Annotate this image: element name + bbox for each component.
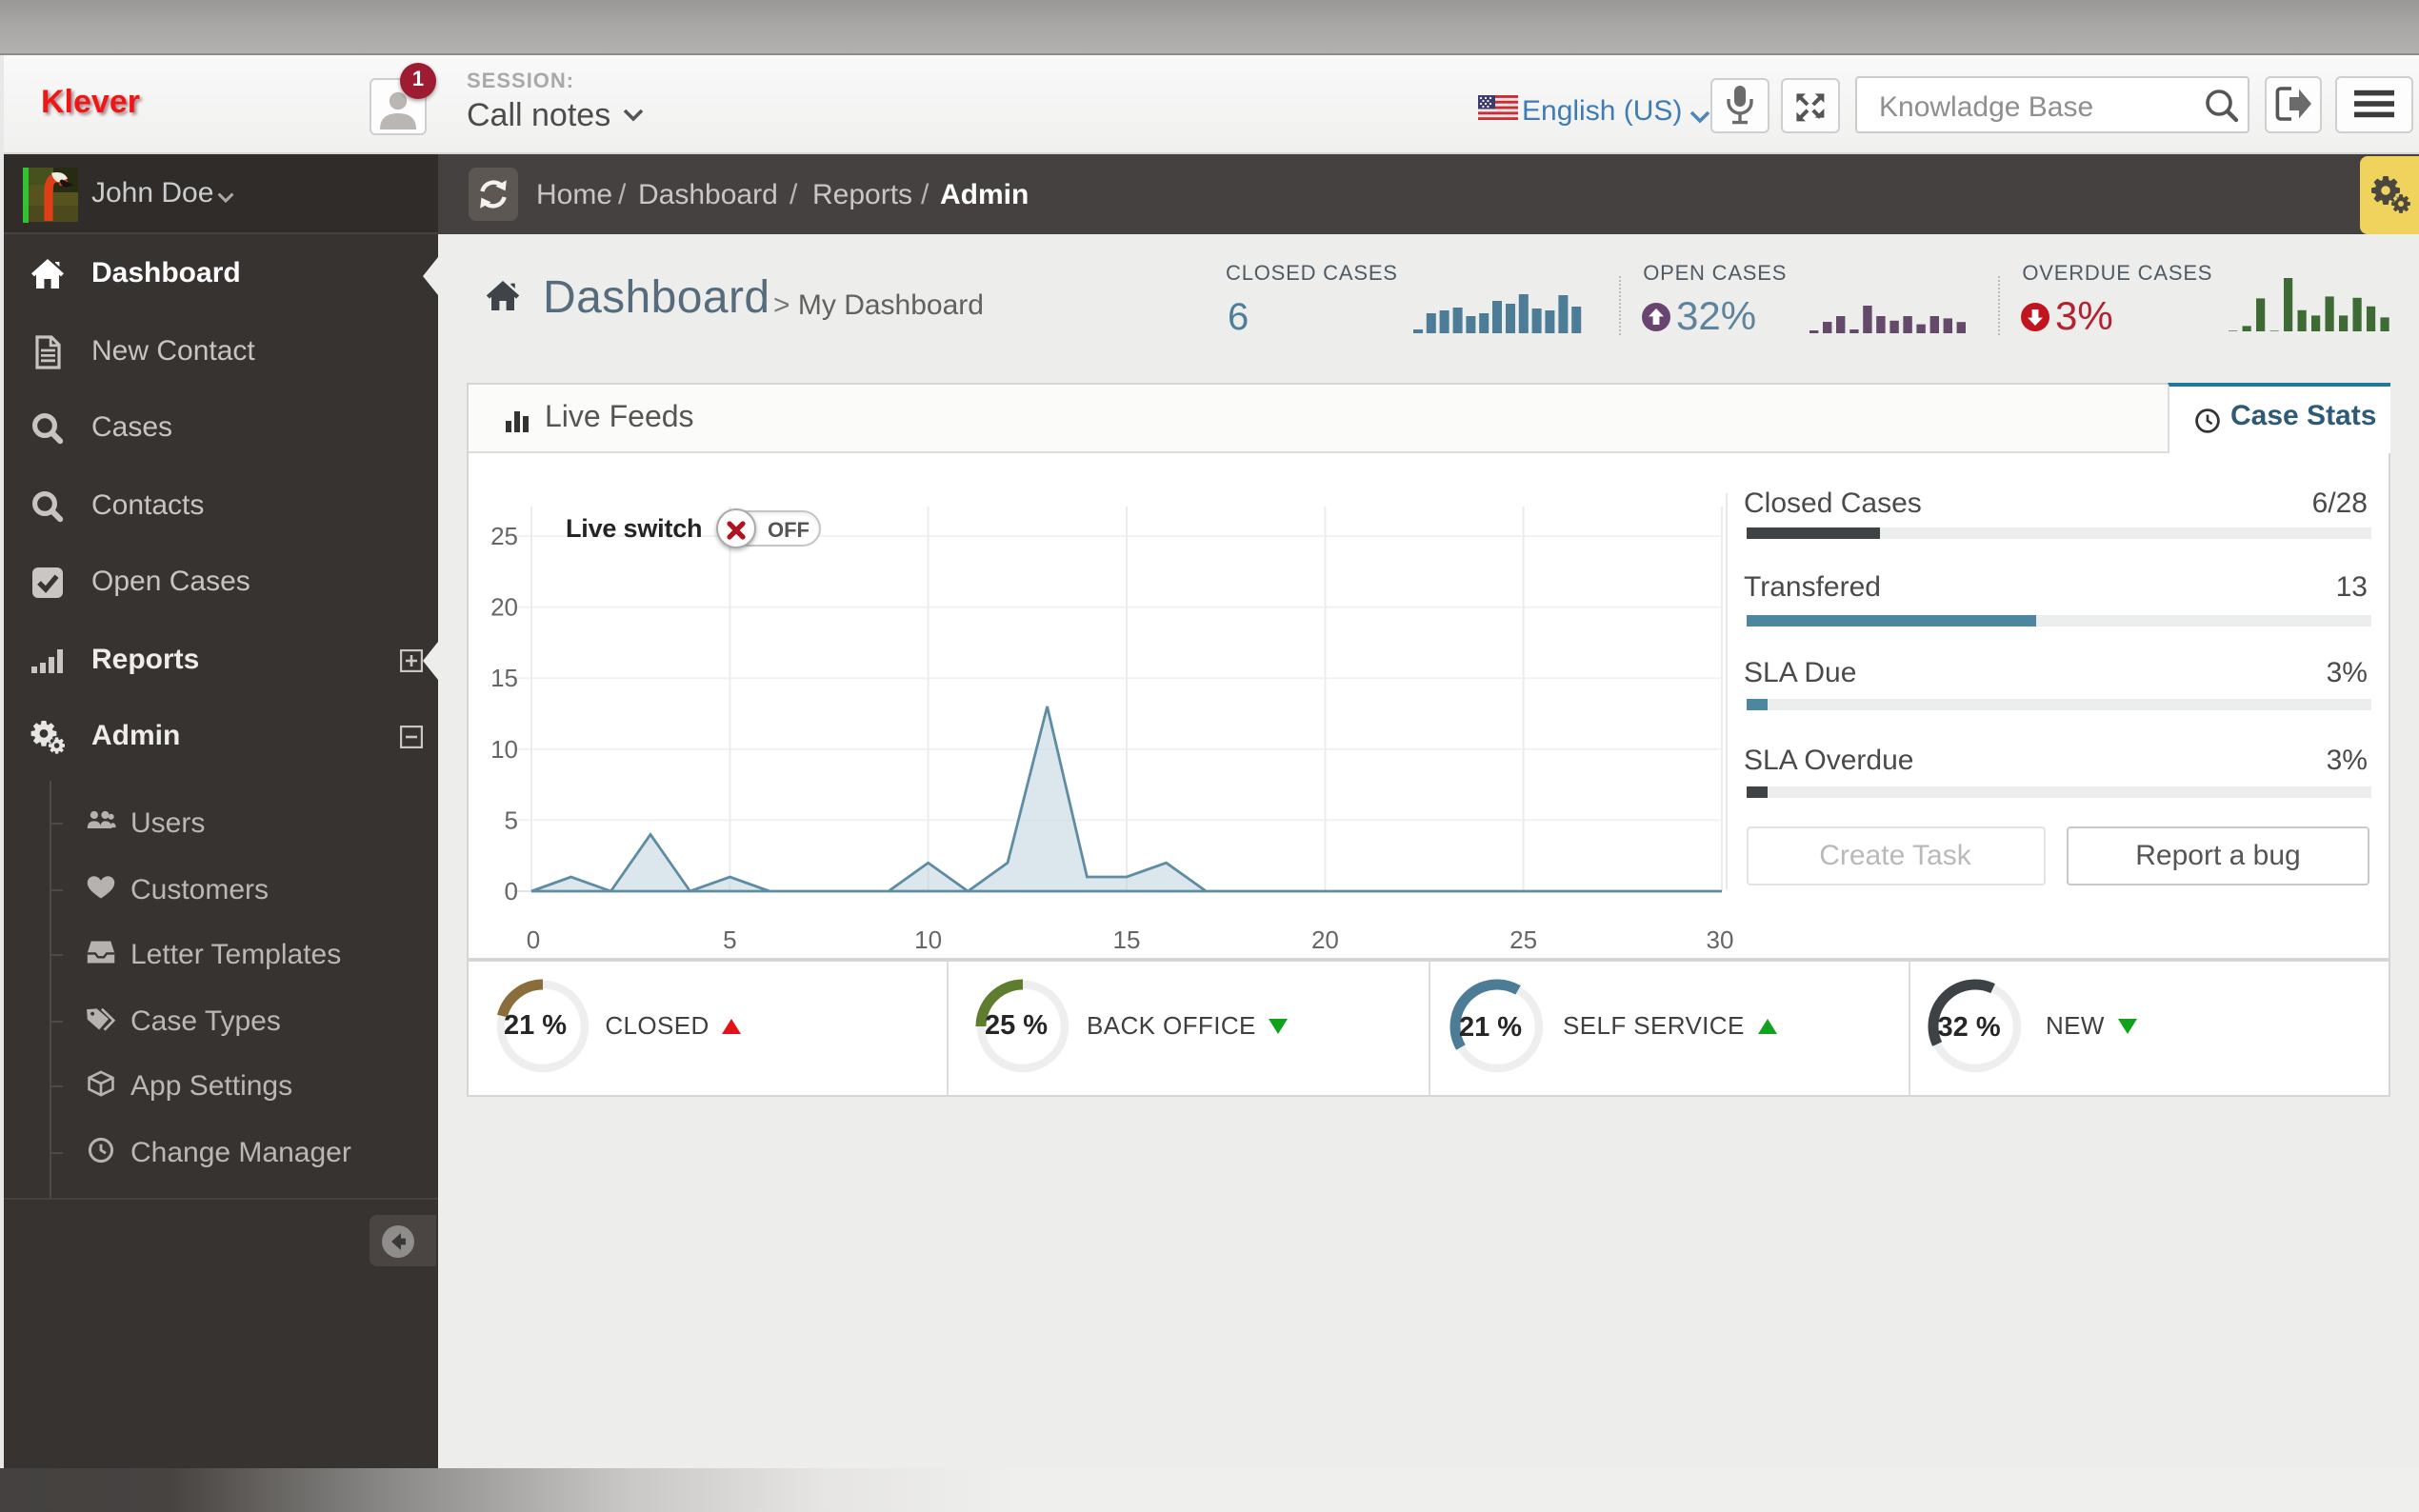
svg-text:30: 30 bbox=[1707, 925, 1734, 953]
svg-text:0: 0 bbox=[505, 876, 518, 905]
svg-text:10: 10 bbox=[490, 734, 518, 763]
svg-text:25: 25 bbox=[1509, 925, 1537, 953]
svg-text:10: 10 bbox=[914, 925, 942, 953]
svg-text:20: 20 bbox=[490, 592, 518, 621]
svg-text:15: 15 bbox=[1113, 925, 1141, 953]
svg-text:0: 0 bbox=[527, 925, 540, 953]
svg-text:5: 5 bbox=[505, 805, 518, 833]
svg-text:25: 25 bbox=[490, 521, 518, 549]
svg-text:20: 20 bbox=[1311, 925, 1339, 953]
svg-text:5: 5 bbox=[723, 925, 736, 953]
svg-text:15: 15 bbox=[490, 663, 518, 691]
